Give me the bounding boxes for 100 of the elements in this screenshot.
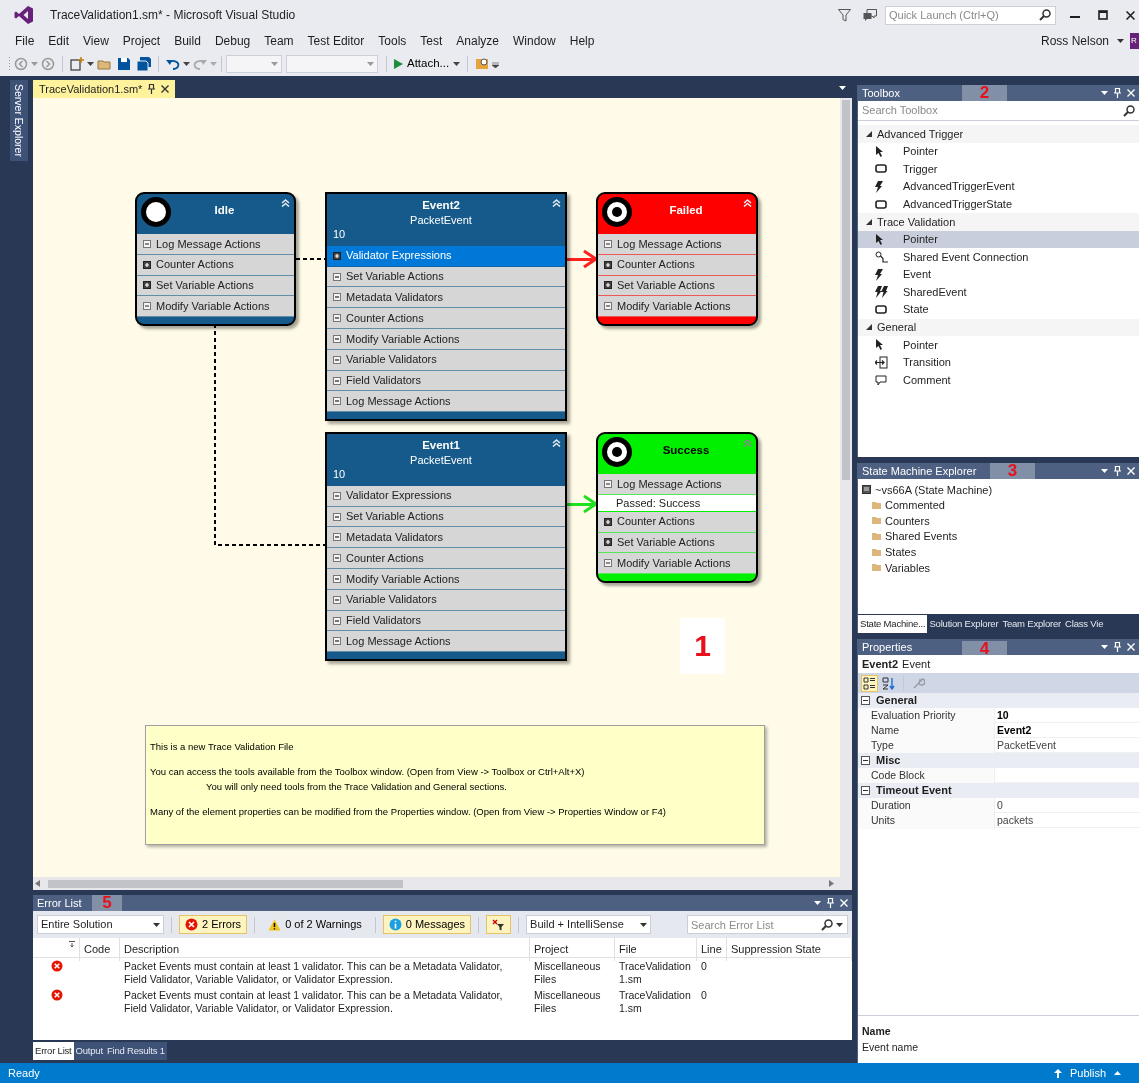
property-value[interactable]: PacketEvent (995, 738, 1139, 754)
save-all-icon[interactable] (137, 57, 151, 71)
scope-dropdown[interactable]: Entire Solution (37, 915, 164, 934)
column-header[interactable]: File (615, 938, 697, 961)
menu-item[interactable]: Tools (371, 32, 414, 50)
filter-x-icon[interactable] (492, 918, 506, 931)
tree-item[interactable]: Commented (862, 497, 1135, 514)
transition-arrow[interactable] (567, 249, 599, 269)
plus-box-icon[interactable] (333, 251, 341, 260)
state-node[interactable]: Idle Log Message Actions Counter Actions Set Variable Actions Modify Variable Actions (135, 192, 296, 327)
column-header[interactable]: Line (697, 938, 727, 961)
section-row[interactable]: Set Variable Actions (327, 506, 565, 528)
column-header[interactable]: Description (120, 938, 530, 961)
menu-item[interactable]: Analyze (449, 32, 507, 50)
scroll-left-icon[interactable] (35, 880, 40, 887)
triangle-icon[interactable] (866, 324, 872, 331)
toolbox-item[interactable]: Transition (858, 353, 1139, 372)
search-field[interactable]: Search Toolbox (862, 102, 1123, 119)
menu-item[interactable]: Edit (41, 32, 77, 50)
property-value[interactable]: Event2 (995, 723, 1139, 739)
filter-button[interactable]: 2 Errors (179, 915, 248, 934)
toolbox-group[interactable]: Advanced Trigger (858, 125, 1139, 143)
overflow-icon[interactable] (492, 60, 500, 68)
menu-item[interactable]: Help (562, 32, 602, 50)
section-row[interactable]: Metadata Validators (327, 527, 565, 549)
section-row[interactable]: Counter Actions (327, 308, 565, 330)
plus-box-icon[interactable] (604, 517, 612, 526)
dashed-connector[interactable] (295, 258, 326, 260)
section-row[interactable]: Set Variable Actions (598, 275, 756, 297)
comment-note[interactable] (145, 725, 765, 845)
panel-tab[interactable]: State Machine... (858, 615, 928, 633)
find-icon[interactable] (475, 57, 490, 71)
dashed-connector[interactable] (214, 323, 326, 546)
scrollbar-thumb[interactable] (842, 100, 850, 480)
plus-box-icon[interactable] (604, 538, 612, 547)
plus-box-icon[interactable] (143, 281, 151, 290)
new-project-icon[interactable] (70, 57, 84, 71)
minus-box-icon[interactable] (861, 756, 870, 765)
category-row[interactable]: Timeout Event (858, 783, 1139, 798)
section-row[interactable]: Log Message Actions (598, 234, 756, 255)
menu-item[interactable]: Test Editor (300, 32, 372, 50)
section-row[interactable]: Variable Validators (327, 349, 565, 371)
property-value[interactable]: 0 (995, 798, 1139, 814)
section-row[interactable]: Validator Expressions (327, 245, 565, 267)
user-name[interactable]: Ross Nelson (1040, 32, 1109, 50)
state-node[interactable]: Success Log Message Actions Passed: Success Counter Actions Set Variable Actions Modify Variable Actions (596, 432, 758, 584)
toolbox-item[interactable]: Pointer (858, 336, 1139, 354)
scrollbar-thumb[interactable] (48, 879, 403, 888)
toolbox-item[interactable]: Trigger (858, 160, 1139, 178)
plus-box-icon[interactable] (604, 281, 612, 290)
toolbox-item[interactable]: Shared Event Connection (858, 248, 1139, 266)
close-icon[interactable] (1126, 10, 1135, 20)
tree-item[interactable]: Counters (862, 513, 1135, 529)
section-row[interactable]: Log Message Actions (327, 631, 565, 653)
panel-tab[interactable]: Error List (33, 1042, 74, 1060)
minus-box-icon[interactable] (861, 696, 870, 705)
attach-button[interactable]: Attach... (391, 55, 464, 73)
event-node[interactable]: Event1 PacketEvent 10 Validator Expressions Set Variable Actions Metadata Validators Counter Actions Modify Variable Actions Variable Validators Field Validators Log Message Actions (325, 432, 567, 662)
toolbox-group[interactable]: Trace Validation (858, 212, 1139, 231)
tree-item[interactable]: ~vs66A (State Machine) (862, 482, 1135, 498)
caret-icon[interactable] (1101, 469, 1108, 473)
menu-item[interactable]: View (76, 32, 116, 50)
panel-tab[interactable]: Solution Explorer (927, 615, 1001, 633)
filter-button[interactable]: 0 of 2 Warnings (262, 915, 368, 934)
section-row[interactable]: Log Message Actions (327, 391, 565, 413)
property-value[interactable]: 10 (995, 708, 1139, 724)
menu-item[interactable]: Window (506, 32, 563, 50)
toolbox-item[interactable]: Comment (858, 371, 1139, 389)
transition-arrow[interactable] (567, 494, 599, 514)
panel-tab[interactable]: Output (73, 1042, 105, 1060)
section-row[interactable]: Log Message Actions (137, 234, 294, 255)
section-row[interactable]: Counter Actions (327, 548, 565, 570)
pin-icon[interactable] (148, 84, 156, 94)
caret-icon[interactable] (1117, 39, 1124, 43)
filter-button[interactable]: 0 Messages (382, 915, 472, 934)
panel-tab[interactable]: Class Vie (1063, 615, 1106, 633)
tree-item[interactable]: Variables (862, 559, 1135, 576)
section-row[interactable]: Modify Variable Actions (598, 296, 756, 318)
section-row[interactable]: Variable Validators (327, 589, 565, 611)
panel-tab[interactable]: Find Results 1 (104, 1042, 167, 1060)
document-tab[interactable]: TraceValidation1.sm* (33, 80, 176, 98)
section-row[interactable]: Metadata Validators (327, 287, 565, 309)
menu-item[interactable]: File (8, 32, 42, 50)
tree-item[interactable]: Shared Events (862, 528, 1135, 545)
section-row[interactable]: Field Validators (327, 610, 565, 632)
avatar[interactable]: R (1130, 33, 1139, 49)
menu-item[interactable]: Team (257, 32, 301, 50)
section-row[interactable]: Set Variable Actions (137, 275, 294, 297)
undo-icon[interactable] (166, 57, 180, 71)
side-tab[interactable]: Server Explorer (10, 80, 28, 161)
section-row[interactable]: Modify Variable Actions (327, 329, 565, 350)
section-row[interactable]: Set Variable Actions (598, 532, 756, 554)
plus-box-icon[interactable] (604, 260, 612, 269)
toolbox-item[interactable]: AdvancedTriggerState (858, 195, 1139, 213)
save-icon[interactable] (117, 57, 131, 71)
sort-alphabetical-icon[interactable] (882, 676, 895, 690)
property-value[interactable]: packets (995, 813, 1139, 829)
toolbox-item[interactable]: Event (858, 265, 1139, 284)
section-row[interactable]: Field Validators (327, 370, 565, 392)
caret-icon[interactable] (839, 86, 846, 90)
